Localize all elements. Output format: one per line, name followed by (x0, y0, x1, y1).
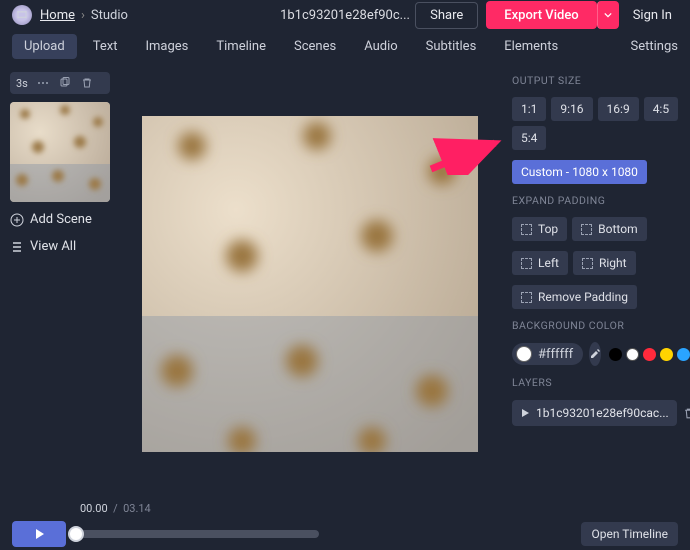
pad-right-label: Right (599, 256, 627, 270)
timeline-scrubber[interactable] (68, 526, 84, 542)
pad-left-label: Left (538, 256, 559, 270)
palette-black[interactable] (609, 348, 622, 361)
ratio-4-5[interactable]: 4:5 (644, 97, 678, 121)
pad-bottom-label: Bottom (598, 222, 637, 236)
layers-label: LAYERS (512, 376, 680, 389)
breadcrumb-sep: › (81, 8, 85, 23)
dashed-box-icon (521, 224, 532, 235)
ratio-1-1[interactable]: 1:1 (512, 97, 546, 121)
dashed-box-icon (581, 224, 592, 235)
open-timeline-button[interactable]: Open Timeline (581, 522, 678, 546)
palette-white[interactable] (626, 348, 639, 361)
palette-blue[interactable] (677, 348, 690, 361)
settings-link[interactable]: Settings (631, 39, 678, 54)
breadcrumb-home[interactable]: Home (40, 8, 75, 23)
ratio-16-9[interactable]: 16:9 (598, 97, 639, 121)
timeline-bar: 00.00 / 03.14 Open Timeline (0, 494, 690, 550)
palette-red[interactable] (643, 348, 656, 361)
remove-padding-label: Remove Padding (538, 290, 628, 304)
tab-scenes[interactable]: Scenes (282, 34, 348, 59)
pad-bottom-button[interactable]: Bottom (572, 217, 646, 241)
scene-duration-badge[interactable]: 3s (16, 77, 28, 90)
bg-hex-value: #ffffff (538, 347, 573, 362)
left-panel: 3s (0, 62, 120, 494)
ratio-9-16[interactable]: 9:16 (551, 97, 592, 121)
app-logo[interactable]: 🎞 (12, 5, 32, 25)
tab-upload[interactable]: Upload (12, 34, 77, 59)
layer-name: 1b1c93201e28ef90cac... (536, 406, 669, 420)
timeline-track[interactable] (76, 530, 319, 538)
bg-swatch-icon (516, 346, 532, 362)
palette-yellow[interactable] (660, 348, 673, 361)
video-canvas[interactable] (142, 116, 478, 452)
pad-top-button[interactable]: Top (512, 217, 567, 241)
tab-text[interactable]: Text (81, 34, 130, 59)
copy-scene-icon[interactable] (58, 76, 72, 90)
play-button[interactable] (12, 521, 66, 547)
tab-audio[interactable]: Audio (352, 34, 409, 59)
right-panel: OUTPUT SIZE 1:1 9:16 16:9 4:5 5:4 Custom… (500, 62, 690, 494)
view-all-label: View All (30, 239, 76, 254)
breadcrumb: Home › Studio (40, 8, 128, 23)
breadcrumb-studio[interactable]: Studio (91, 8, 128, 23)
pad-top-label: Top (538, 222, 558, 236)
chevron-down-icon (604, 11, 612, 19)
list-icon (10, 240, 24, 254)
plus-circle-icon (10, 213, 24, 227)
canvas-area (120, 62, 500, 494)
output-size-label: OUTPUT SIZE (512, 74, 680, 87)
play-icon (33, 528, 45, 540)
dashed-box-icon (521, 258, 532, 269)
custom-size-button[interactable]: Custom - 1080 x 1080 (512, 160, 647, 184)
add-scene-label: Add Scene (30, 212, 92, 227)
remove-padding-button[interactable]: Remove Padding (512, 285, 637, 309)
tab-timeline[interactable]: Timeline (204, 34, 278, 59)
dashed-box-icon (582, 258, 593, 269)
export-dropdown-button[interactable] (597, 1, 619, 29)
tab-elements[interactable]: Elements (492, 34, 570, 59)
delete-scene-icon[interactable] (80, 76, 94, 90)
current-time: 00.00 (80, 502, 108, 515)
pad-right-button[interactable]: Right (573, 251, 636, 275)
share-button[interactable]: Share (415, 2, 478, 29)
bg-color-field[interactable]: #ffffff (512, 343, 583, 365)
eyedropper-icon (589, 348, 601, 360)
tab-subtitles[interactable]: Subtitles (414, 34, 489, 59)
sign-in-link[interactable]: Sign In (627, 8, 678, 23)
dashed-box-icon (521, 292, 532, 303)
scene-more-icon[interactable] (36, 76, 50, 90)
total-time: 03.14 (123, 502, 151, 515)
project-title: 1b1c93201e28ef90c... (280, 8, 410, 23)
expand-padding-label: EXPAND PADDING (512, 194, 680, 207)
bg-color-label: BACKGROUND COLOR (512, 319, 680, 332)
tab-bar: Upload Text Images Timeline Scenes Audio… (0, 30, 690, 62)
eyedropper-button[interactable] (589, 342, 601, 366)
play-icon (520, 408, 530, 418)
scene-thumbnail[interactable] (10, 102, 110, 202)
view-all-button[interactable]: View All (10, 237, 110, 256)
ratio-5-4[interactable]: 5:4 (512, 126, 546, 150)
layer-item[interactable]: 1b1c93201e28ef90cac... (512, 400, 677, 426)
delete-layer-button[interactable] (683, 399, 690, 427)
add-scene-button[interactable]: Add Scene (10, 210, 110, 229)
export-video-button[interactable]: Export Video (486, 1, 596, 29)
trash-icon (683, 407, 690, 420)
scene-toolbar: 3s (10, 72, 110, 94)
pad-left-button[interactable]: Left (512, 251, 568, 275)
tab-images[interactable]: Images (133, 34, 200, 59)
